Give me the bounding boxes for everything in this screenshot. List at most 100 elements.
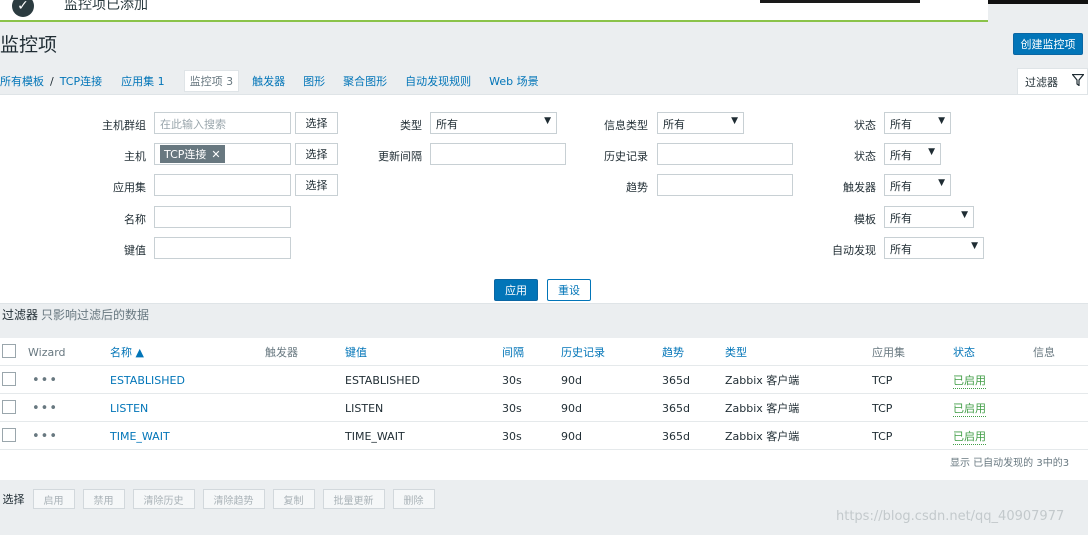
breadcrumb-all-templates[interactable]: 所有模板 [0,73,44,89]
template-label: 模板 [854,213,876,226]
wizard-menu-icon[interactable]: ••• [32,366,58,394]
item-applications: TCP [872,401,893,415]
row-checkbox[interactable] [2,372,16,386]
delete-button[interactable]: 删除 [392,489,435,509]
clear-trends-button[interactable]: 清除趋势 [202,489,265,509]
tab-discovery-rules[interactable]: 自动发现规则 [400,71,476,91]
success-notice: ✓ 监控项已添加 [0,0,988,22]
discovered-select[interactable]: 所有 ▼ [884,237,984,259]
column-interval[interactable]: 间隔 [502,338,524,366]
mass-action-bar: 0 选择 启用 禁用 清除历史 清除趋势 复制 批量更新 删除 [0,486,435,512]
item-interval: 30s [502,373,522,387]
filter-panel: 主机群组 在此输入搜索 选择 主机 TCP连接 ✕ 选择 应用集 选择 名称 键值… [0,94,1088,304]
breadcrumb-host[interactable]: TCP连接 [60,73,102,89]
trends-label: 趋势 [626,181,648,194]
status-enabled-link[interactable]: 已启用 [953,400,986,417]
column-key[interactable]: 键值 [345,338,367,366]
apply-button[interactable]: 应用 [494,279,538,301]
item-type: Zabbix 客户端 [725,430,800,443]
template-select[interactable]: 所有 ▼ [884,206,974,228]
item-name-link[interactable]: TIME_WAIT [110,422,170,450]
wizard-menu-icon[interactable]: ••• [32,422,58,450]
status-enabled-link[interactable]: 已启用 [953,372,986,389]
item-status[interactable]: 已启用 [953,394,986,422]
row-checkbox[interactable] [2,428,16,442]
column-applications: 应用集 [872,346,905,359]
application-select-button[interactable]: 选择 [295,174,338,196]
item-status[interactable]: 已启用 [953,422,986,450]
status-enabled-link[interactable]: 已启用 [953,428,986,445]
enable-button[interactable]: 启用 [32,489,75,509]
breadcrumb-separator: / [50,74,54,88]
trends-input[interactable] [657,174,793,196]
host-chip-label: TCP连接 [164,148,207,161]
close-icon[interactable]: ✕ [211,148,220,161]
item-name-link[interactable]: ESTABLISHED [110,366,185,394]
copy-button[interactable]: 复制 [272,489,315,509]
row-checkbox[interactable] [2,400,16,414]
history-input[interactable] [657,143,793,165]
column-triggers: 触发器 [265,346,298,359]
tab-applications[interactable]: 应用集 1 [116,71,170,91]
column-trends[interactable]: 趋势 [662,338,684,366]
mass-update-button[interactable]: 批量更新 [322,489,385,509]
chevron-down-icon: ▼ [928,147,935,157]
item-status[interactable]: 已启用 [953,366,986,394]
tab-screens[interactable]: 聚合图形 [338,71,392,91]
wizard-menu-icon[interactable]: ••• [32,394,58,422]
application-input[interactable] [154,174,291,196]
tab-items[interactable]: 监控项 3 [183,70,240,92]
item-history: 90d [561,401,582,415]
type-label: 类型 [400,119,422,132]
subfilter-hint: 只影响过滤后的数据 [41,308,150,322]
triggers-label: 触发器 [843,181,876,194]
name-label: 名称 [124,213,146,226]
host-group-label: 主机群组 [102,119,146,132]
create-item-button[interactable]: 创建监控项 [1013,33,1083,55]
item-trends: 365d [662,373,690,387]
tab-web-scenarios[interactable]: Web 场景 [484,71,543,91]
column-status[interactable]: 状态 [953,338,975,366]
item-name-link[interactable]: LISTEN [110,394,148,422]
host-select-button[interactable]: 选择 [295,143,338,165]
state-select[interactable]: 所有 ▼ [884,112,951,134]
name-input[interactable] [154,206,291,228]
column-history[interactable]: 历史记录 [561,338,605,366]
subfilter: 过滤器 只影响过滤后的数据 [2,306,149,323]
update-interval-input[interactable] [430,143,566,165]
column-name[interactable]: 名称 ▲ [110,338,144,366]
chevron-down-icon: ▼ [938,116,945,126]
notice-message: 监控项已添加 [64,0,148,13]
reset-button[interactable]: 重设 [547,279,591,301]
item-applications: TCP [872,429,893,443]
screen-edge [988,0,1088,4]
check-icon: ✓ [12,0,34,17]
status-label: 状态 [854,150,876,163]
item-type: Zabbix 客户端 [725,374,800,387]
item-type: Zabbix 客户端 [725,402,800,415]
filter-tab-label: 过滤器 [1025,75,1058,89]
table-row: ••• TIME_WAIT TIME_WAIT 30s 90d 365d Zab… [0,422,1088,450]
type-select[interactable]: 所有 ▼ [430,112,557,134]
host-input[interactable]: TCP连接 ✕ [154,143,291,165]
info-type-label: 信息类型 [604,119,648,132]
host-group-input[interactable]: 在此输入搜索 [154,112,291,134]
status-select[interactable]: 所有 ▼ [884,143,941,165]
key-input[interactable] [154,237,291,259]
table-summary: 显示 已自动发现的 3中的3 [950,458,1070,469]
table-row: ••• ESTABLISHED ESTABLISHED 30s 90d 365d… [0,366,1088,394]
info-type-select[interactable]: 所有 ▼ [657,112,744,134]
discovered-value: 所有 [890,243,912,256]
filter-tab[interactable]: 过滤器 [1017,68,1088,94]
clear-history-button[interactable]: 清除历史 [132,489,195,509]
select-all-checkbox[interactable] [2,344,16,358]
column-type[interactable]: 类型 [725,338,747,366]
item-interval: 30s [502,401,522,415]
host-navigation: 所有模板 / TCP连接 应用集 1 监控项 3 触发器 图形 聚合图形 自动发… [0,70,544,92]
info-type-value: 所有 [663,118,685,131]
disable-button[interactable]: 禁用 [82,489,125,509]
tab-triggers[interactable]: 触发器 [247,71,290,91]
triggers-select[interactable]: 所有 ▼ [884,174,951,196]
host-group-select-button[interactable]: 选择 [295,112,338,134]
tab-graphs[interactable]: 图形 [298,71,330,91]
